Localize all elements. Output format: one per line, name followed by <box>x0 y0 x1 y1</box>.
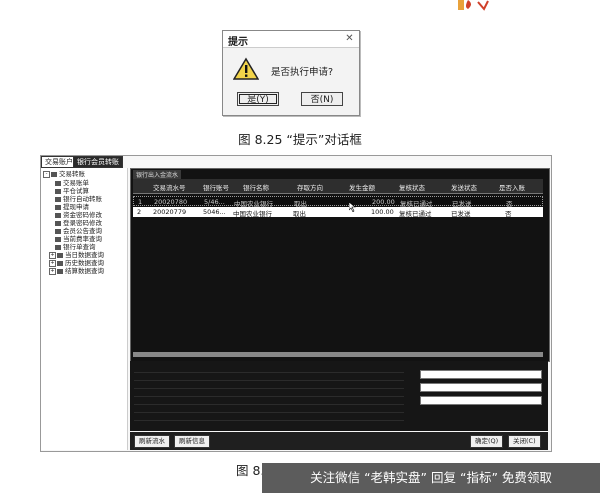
folder-icon <box>57 268 63 274</box>
dialog-titlebar: 提示 ✕ <box>223 31 359 48</box>
promo-banner: 关注微信 “老韩实盘” 回复 “指标” 免费领取 <box>262 463 600 493</box>
column-header[interactable]: 交易流水号 <box>153 182 186 192</box>
column-header[interactable]: 存取方向 <box>297 182 323 192</box>
tree-item[interactable]: 登录密码修改 <box>55 219 102 227</box>
tree-item[interactable]: 会员公告查询 <box>55 227 102 235</box>
key-icon <box>55 228 61 234</box>
detail-labels <box>134 365 404 425</box>
yes-button[interactable]: 是(Y) <box>237 92 279 106</box>
column-header[interactable]: 银行名称 <box>243 182 269 192</box>
expand-icon[interactable]: + <box>49 251 56 259</box>
tree-folder[interactable]: + 当日数据查询 <box>49 251 104 259</box>
logo-mark <box>458 0 489 11</box>
dialog-title: 提示 <box>228 37 248 48</box>
key-icon <box>55 188 61 194</box>
tab-bank-transfer[interactable]: 银行会员转账 <box>73 156 123 168</box>
key-icon <box>55 244 61 250</box>
refresh-info-button[interactable]: 刷新信息 <box>174 435 210 448</box>
tree-item[interactable]: 资金密码修改 <box>55 211 102 219</box>
column-header[interactable]: 发生金额 <box>349 182 375 192</box>
tree-item[interactable]: 银行单查询 <box>55 243 96 251</box>
tab-trading-account[interactable]: 交易账户 <box>41 156 77 168</box>
detail-panel <box>130 361 548 431</box>
key-icon <box>55 220 61 226</box>
tree-item[interactable]: 提现申请 <box>55 203 89 211</box>
grid-title: 银行出入金流水 <box>133 170 182 179</box>
tree-item[interactable]: 交易账单 <box>55 179 89 187</box>
tree-folder[interactable]: + 结算数据查询 <box>49 267 104 275</box>
key-icon <box>55 196 61 202</box>
trading-window: 交易账户 银行会员转账 - 交易转账 交易账单 平仓试算 银行自动转账 提现申请 … <box>40 155 552 452</box>
tree-item[interactable]: 平仓试算 <box>55 187 89 195</box>
table-row[interactable]: 1 20020780 5/46... 中国农业银行 取出 200.00 复核已通… <box>133 196 543 208</box>
close-button[interactable]: 关闭(C) <box>508 435 541 448</box>
expand-icon[interactable]: + <box>49 267 56 275</box>
function-tree: - 交易转账 交易账单 平仓试算 银行自动转账 提现申请 资金密码修改 登录密码修… <box>41 168 128 450</box>
ok-button[interactable]: 确定(Q) <box>470 435 504 448</box>
tree-item[interactable]: 银行自动转账 <box>55 195 102 203</box>
input-field[interactable] <box>420 396 542 405</box>
button-bar: 刷新流水 刷新信息 确定(Q) 关闭(C) <box>130 432 548 450</box>
tree-folder[interactable]: + 历史数据查询 <box>49 259 104 267</box>
folder-icon <box>57 260 63 266</box>
horizontal-scrollbar[interactable] <box>133 352 543 357</box>
expand-icon[interactable]: + <box>49 259 56 267</box>
column-header[interactable]: 是否入账 <box>499 182 525 192</box>
select-field[interactable] <box>420 370 542 379</box>
figure-caption: 图 8.25 “提示”对话框 <box>238 132 362 147</box>
tree-item[interactable]: 当前费率查询 <box>55 235 102 243</box>
dialog-message: 是否执行申请? <box>271 67 334 78</box>
collapse-icon[interactable]: - <box>43 170 50 178</box>
tree-node-root[interactable]: - 交易转账 <box>43 170 85 178</box>
column-header[interactable]: 复核状态 <box>399 182 425 192</box>
confirm-dialog: 提示 ✕ 是否执行申请? 是(Y) 否(N) <box>222 30 360 116</box>
warning-icon <box>233 57 259 80</box>
key-icon <box>55 212 61 218</box>
refresh-flow-button[interactable]: 刷新流水 <box>134 435 170 448</box>
table-row[interactable]: 2 20020779 5046... 中国农业银行 取出 100.00 复核已通… <box>133 207 543 218</box>
folder-icon <box>51 171 57 177</box>
folder-icon <box>57 252 63 258</box>
key-icon <box>55 204 61 210</box>
cursor-icon <box>349 202 356 212</box>
key-icon <box>55 180 61 186</box>
transfer-grid: 银行出入金流水 交易流水号 银行账号 银行名称 存取方向 发生金额 复核状态 发… <box>130 168 550 362</box>
column-header[interactable]: 银行账号 <box>203 182 229 192</box>
key-icon <box>55 236 61 242</box>
column-header[interactable]: 发送状态 <box>451 182 477 192</box>
close-icon[interactable]: ✕ <box>344 33 355 44</box>
input-field[interactable] <box>420 383 542 392</box>
no-button[interactable]: 否(N) <box>301 92 343 106</box>
grid-header: 交易流水号 银行账号 银行名称 存取方向 发生金额 复核状态 发送状态 是否入账 <box>133 179 543 194</box>
